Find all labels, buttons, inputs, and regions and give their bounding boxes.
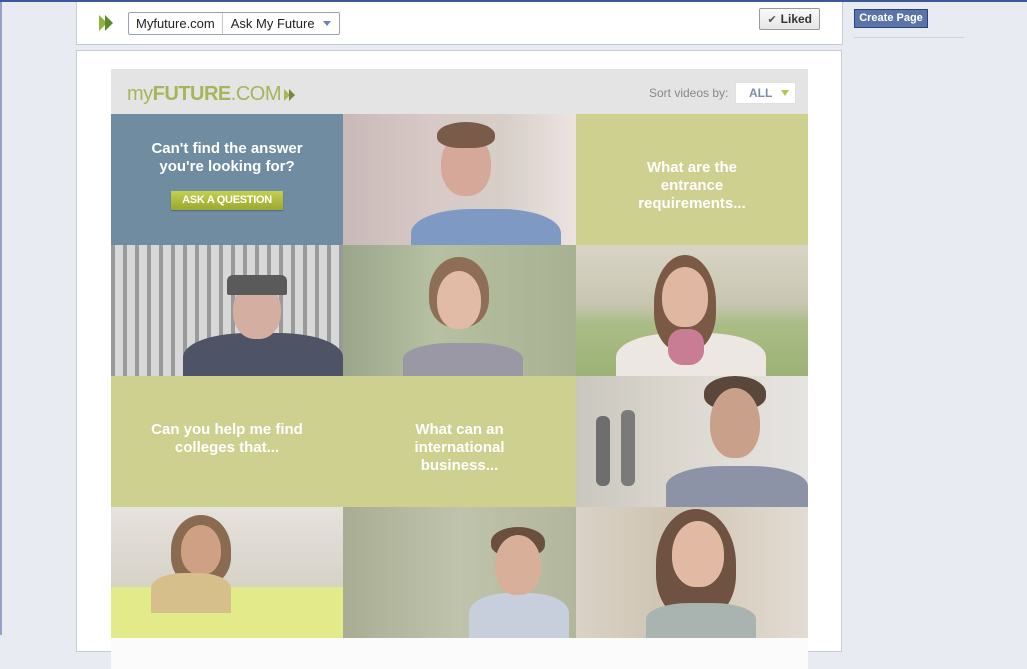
video-thumbnail-marine[interactable]	[111, 245, 343, 376]
sort-label: Sort videos by:	[649, 86, 729, 100]
video-thumbnail-woman-pink-scarf[interactable]	[576, 245, 808, 376]
app-canvas: my FUTURE .COM Sort videos by: ALL Can't…	[76, 50, 842, 669]
video-thumbnail-man-glasses[interactable]	[576, 376, 808, 507]
prompt-line1: What can an	[415, 421, 504, 438]
video-thumbnail-man-backpack[interactable]	[343, 507, 576, 638]
sort-value: ALL	[749, 86, 773, 100]
prompt-line3: business...	[420, 457, 499, 474]
video-thumbnail-young-man[interactable]	[343, 114, 576, 245]
divider	[854, 37, 964, 38]
question-tile-help-find-colleges[interactable]: Can you help me find colleges that...	[111, 376, 343, 507]
prompt-line1: What are the	[646, 159, 737, 176]
chevron-down-icon	[322, 21, 331, 26]
video-thumbnail-woman-scarf[interactable]	[576, 507, 808, 638]
question-tile-international-business[interactable]: What can an international business...	[343, 376, 576, 507]
video-thumbnail-woman-drawing[interactable]	[111, 507, 343, 638]
prompt-line2: colleges that...	[174, 439, 280, 456]
breadcrumb: Myfuture.com Ask My Future	[128, 12, 340, 35]
create-page-button[interactable]: Create Page	[854, 9, 928, 28]
liked-label: Liked	[780, 12, 812, 26]
logo-part-my: my	[127, 83, 153, 105]
chevron-down-icon	[781, 90, 789, 96]
ask-heading-line2: you're looking for?	[159, 158, 295, 175]
left-border	[0, 0, 2, 635]
page-header-bar: Myfuture.com Ask My Future ✔ Liked	[76, 2, 843, 45]
logo-arrow-icon	[284, 88, 295, 101]
green-double-chevron-icon[interactable]	[97, 14, 115, 32]
logo-part-future: FUTURE	[152, 83, 232, 105]
myfuture-logo[interactable]: my FUTURE .COM	[127, 83, 297, 106]
breadcrumb-page-link[interactable]: Myfuture.com	[129, 13, 223, 34]
ask-question-tile: Can't find the answer you're looking for…	[111, 114, 343, 245]
liked-button[interactable]: ✔ Liked	[759, 8, 820, 30]
prompt-line2: international	[414, 439, 505, 456]
prompt-line2: entrance	[660, 177, 724, 194]
app-header: my FUTURE .COM Sort videos by: ALL	[111, 69, 808, 114]
ask-question-button[interactable]: ASK A QUESTION	[171, 191, 283, 210]
sort-select[interactable]: ALL	[735, 82, 796, 104]
check-icon: ✔	[767, 13, 777, 26]
logo-part-com: .COM	[230, 83, 282, 105]
ask-heading-line1: Can't find the answer	[151, 140, 303, 157]
prompt-line1: Can you help me find	[151, 421, 303, 438]
app-dropdown-label: Ask My Future	[230, 16, 315, 31]
myfuture-app: my FUTURE .COM Sort videos by: ALL Can't…	[111, 69, 808, 669]
app-dropdown[interactable]: Ask My Future	[223, 13, 339, 34]
prompt-line3: requirements...	[638, 195, 746, 212]
question-tile-entrance-requirements[interactable]: What are the entrance requirements...	[576, 114, 808, 245]
video-thumbnail-young-woman[interactable]	[343, 245, 576, 376]
